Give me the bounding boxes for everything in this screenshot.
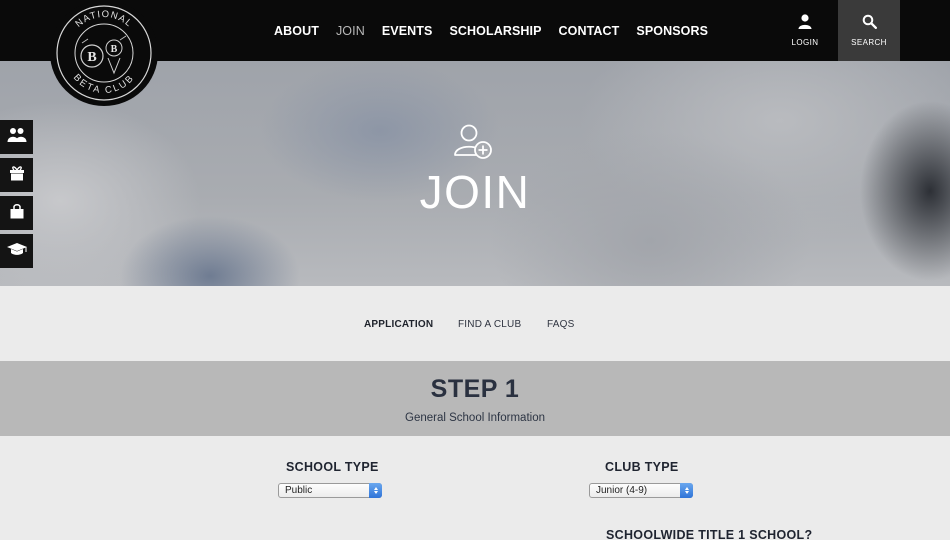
side-dock: [0, 120, 33, 272]
nav-contact[interactable]: CONTACT: [559, 24, 620, 38]
shopping-bag-icon: [9, 203, 25, 224]
nav-scholarship[interactable]: SCHOLARSHIP: [449, 24, 541, 38]
club-type-value: Junior (4-9): [596, 485, 648, 496]
svg-text:BETA CLUB: BETA CLUB: [71, 72, 137, 96]
school-type-select[interactable]: Public: [278, 483, 382, 498]
login-button[interactable]: LOGIN: [774, 0, 836, 61]
search-button[interactable]: SEARCH: [838, 0, 900, 61]
title-1-school-label: SCHOOLWIDE TITLE 1 SCHOOL?: [606, 528, 813, 540]
join-subnav: APPLICATION FIND A CLUB FAQS: [0, 286, 950, 361]
dock-group-button[interactable]: [0, 120, 33, 154]
step-title: STEP 1: [430, 375, 520, 403]
subnav-faqs[interactable]: FAQS: [547, 319, 574, 330]
gift-icon: [9, 165, 25, 186]
dock-scholarship-button[interactable]: [0, 234, 33, 268]
nav-sponsors[interactable]: SPONSORS: [636, 24, 708, 38]
dock-gift-button[interactable]: [0, 158, 33, 192]
school-type-value: Public: [285, 485, 313, 496]
nav-events[interactable]: EVENTS: [382, 24, 433, 38]
user-icon: [798, 14, 812, 34]
graduation-cap-icon: [6, 242, 28, 261]
step-subtitle: General School Information: [405, 412, 545, 424]
chevron-updown-icon: [369, 483, 382, 498]
login-label: LOGIN: [791, 38, 819, 47]
national-beta-club-logo[interactable]: NATIONAL BETA CLUB B B: [50, 0, 158, 106]
club-type-select[interactable]: Junior (4-9): [589, 483, 693, 498]
club-type-label: CLUB TYPE: [605, 460, 679, 474]
svg-text:NATIONAL: NATIONAL: [73, 9, 134, 30]
chevron-updown-icon: [680, 483, 693, 498]
search-icon: [862, 14, 877, 34]
nav-about[interactable]: ABOUT: [274, 24, 319, 38]
main-nav: ABOUT JOIN EVENTS SCHOLARSHIP CONTACT SP…: [274, 0, 725, 61]
user-add-icon: [452, 124, 496, 162]
logo-seal: NATIONAL BETA CLUB B B: [56, 5, 152, 101]
group-icon: [7, 127, 27, 148]
step-banner: STEP 1 General School Information: [0, 361, 950, 436]
search-label: SEARCH: [851, 38, 887, 47]
school-type-label: SCHOOL TYPE: [286, 460, 379, 474]
subnav-find-a-club[interactable]: FIND A CLUB: [458, 319, 521, 330]
nav-join[interactable]: JOIN: [336, 24, 365, 38]
svg-text:B: B: [87, 50, 96, 65]
subnav-application[interactable]: APPLICATION: [364, 319, 433, 330]
svg-text:B: B: [111, 44, 118, 55]
dock-shop-button[interactable]: [0, 196, 33, 230]
page-title: JOIN: [419, 166, 531, 218]
application-form: SCHOOL TYPE Public CLUB TYPE Junior (4-9…: [0, 436, 950, 540]
